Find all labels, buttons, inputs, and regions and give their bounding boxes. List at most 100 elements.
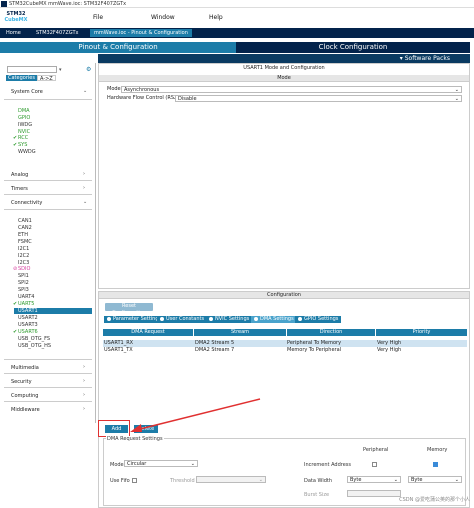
column-header-direction[interactable]: Direction: [287, 329, 375, 336]
burst-size-select[interactable]: [347, 490, 401, 497]
category-timers[interactable]: Timers: [11, 186, 28, 192]
chevron-down-icon: ⌄: [454, 477, 459, 483]
sidebar-item-usart3[interactable]: USART3: [18, 322, 38, 328]
chevron-down-icon[interactable]: ⌄: [83, 88, 87, 94]
chevron-down-icon: ⌄: [454, 87, 459, 93]
sidebar-item-i2c2[interactable]: I2C2: [18, 253, 29, 259]
sidebar-item-usart2[interactable]: USART2: [18, 315, 38, 321]
hfc-select-value: Disable: [178, 96, 197, 102]
sidebar-item-can1[interactable]: CAN1: [18, 218, 32, 224]
chevron-down-icon[interactable]: ⌄: [83, 199, 87, 205]
chevron-down-icon: ⌄: [454, 96, 459, 102]
use-fifo-label: Use Fifo: [110, 478, 130, 484]
sidebar-item-can2[interactable]: CAN2: [18, 225, 32, 231]
sidebar-item-rcc[interactable]: RCC: [18, 135, 28, 141]
radio-icon: [298, 316, 302, 321]
table-row[interactable]: [103, 340, 467, 347]
tab-user-constants[interactable]: User Constants: [157, 316, 208, 323]
peripheral-data-width-select[interactable]: Byte ⌄: [347, 476, 401, 483]
dma-mode-value: Circular: [127, 461, 147, 467]
sidebar-item-uart4[interactable]: UART4: [18, 294, 34, 300]
divider: [4, 359, 92, 360]
column-header-priority[interactable]: Priority: [376, 329, 467, 336]
chevron-right-icon[interactable]: ›: [83, 171, 85, 177]
sidebar-item-spi2[interactable]: SPI2: [18, 280, 29, 286]
sidebar-item-gpio[interactable]: GPIO: [18, 115, 30, 121]
search-dropdown-icon[interactable]: ▾: [59, 67, 62, 73]
sidebar-item-spi1[interactable]: SPI1: [18, 273, 29, 279]
sidebar-item-dma[interactable]: DMA: [18, 108, 30, 114]
app-logo: STM32 CubeMX: [3, 11, 29, 27]
dma-request-settings-title: DMA Request Settings: [106, 436, 164, 442]
tab-clock-configuration[interactable]: Clock Configuration: [236, 42, 470, 53]
category-middleware[interactable]: Middleware: [11, 407, 40, 413]
menu-window[interactable]: Window: [151, 14, 175, 21]
chevron-right-icon[interactable]: ›: [83, 378, 85, 384]
column-header-dma-request[interactable]: DMA Request: [103, 329, 193, 336]
sidebar-item-wwdg[interactable]: WWDG: [18, 149, 36, 155]
sidebar-item-usart1[interactable]: USART1: [14, 308, 92, 314]
menu-bar: [0, 8, 474, 28]
category-multimedia[interactable]: Multimedia: [11, 365, 39, 371]
sidebar-item-sdio[interactable]: SDIO: [18, 266, 30, 272]
chevron-right-icon[interactable]: ›: [83, 364, 85, 370]
tab-categories[interactable]: Categories: [6, 75, 37, 81]
increment-address-label: Increment Address: [304, 462, 351, 468]
sidebar-item-iwdg[interactable]: IWDG: [18, 122, 32, 128]
hfc-label: Hardware Flow Control (RS232): [107, 95, 186, 101]
chevron-down-icon: ⌄: [258, 477, 263, 483]
tab-dma-settings[interactable]: DMA Settings: [251, 316, 297, 323]
category-computing[interactable]: Computing: [11, 393, 38, 399]
cell-priority: Very High: [377, 347, 402, 353]
chevron-right-icon[interactable]: ›: [83, 392, 85, 398]
sidebar-item-fsmc[interactable]: FSMC: [18, 239, 32, 245]
column-header-stream[interactable]: Stream: [194, 329, 286, 336]
sidebar-item-i2c1[interactable]: I2C1: [18, 246, 29, 252]
category-connectivity[interactable]: Connectivity: [11, 200, 42, 206]
chevron-right-icon[interactable]: ›: [83, 185, 85, 191]
divider: [4, 194, 92, 195]
tab-gpio-settings[interactable]: GPIO Settings: [295, 316, 342, 323]
sidebar-item-usart6[interactable]: USART6: [18, 329, 38, 335]
use-fifo-checkbox[interactable]: [132, 478, 137, 483]
app-icon: [1, 1, 7, 7]
memory-width-value: Byte: [411, 477, 423, 483]
hfc-select[interactable]: Disable ⌄: [175, 95, 462, 102]
gear-icon[interactable]: ⚙: [86, 66, 91, 73]
sidebar-item-sys[interactable]: SYS: [18, 142, 27, 148]
menu-file[interactable]: File: [93, 14, 103, 21]
dma-mode-select[interactable]: Circular ⌄: [124, 460, 198, 467]
tab-parameter-settings[interactable]: Parameter Settings: [104, 316, 165, 323]
divider: [4, 401, 92, 402]
highlight-box: [98, 420, 130, 437]
memory-data-width-select[interactable]: Byte ⌄: [408, 476, 462, 483]
chevron-down-icon: ⌄: [393, 477, 398, 483]
category-security[interactable]: Security: [11, 379, 32, 385]
tab-nvic-settings[interactable]: NVIC Settings: [206, 316, 253, 323]
tab-a-z[interactable]: A->Z: [37, 75, 56, 82]
category-system-core[interactable]: System Core: [11, 89, 43, 95]
threshold-select[interactable]: ⌄: [196, 476, 266, 483]
software-packs-menu[interactable]: ▾ Software Packs: [98, 54, 470, 63]
peripheral-width-value: Byte: [350, 477, 362, 483]
breadcrumb-project[interactable]: mmWave.ioc - Pinout & Configuration: [90, 29, 192, 37]
check-icon: ✔: [13, 135, 18, 141]
sidebar-item-uart5[interactable]: UART5: [18, 301, 34, 307]
sidebar-item-eth[interactable]: ETH: [18, 232, 28, 238]
sidebar-item-spi3[interactable]: SPI3: [18, 287, 29, 293]
sidebar-item-usb-otg-hs[interactable]: USB_OTG_HS: [18, 343, 51, 349]
reset-configuration-button[interactable]: Reset Configuration: [105, 303, 153, 316]
sidebar-item-usb-otg-fs[interactable]: USB_OTG_FS: [18, 336, 50, 342]
chevron-right-icon[interactable]: ›: [83, 406, 85, 412]
tab-pinout-configuration[interactable]: Pinout & Configuration: [0, 42, 236, 53]
menu-help[interactable]: Help: [209, 14, 223, 21]
table-row[interactable]: [103, 347, 467, 354]
search-input[interactable]: [7, 66, 57, 73]
peripheral-increment-checkbox[interactable]: [372, 462, 377, 467]
software-packs-label: Software Packs: [404, 55, 450, 62]
category-analog[interactable]: Analog: [11, 172, 28, 178]
mode-select[interactable]: Asynchronous ⌄: [121, 86, 462, 93]
breadcrumb-home[interactable]: Home: [2, 29, 25, 37]
memory-increment-checkbox[interactable]: [433, 462, 438, 467]
breadcrumb-chip[interactable]: STM32F407ZGTx: [32, 29, 82, 37]
